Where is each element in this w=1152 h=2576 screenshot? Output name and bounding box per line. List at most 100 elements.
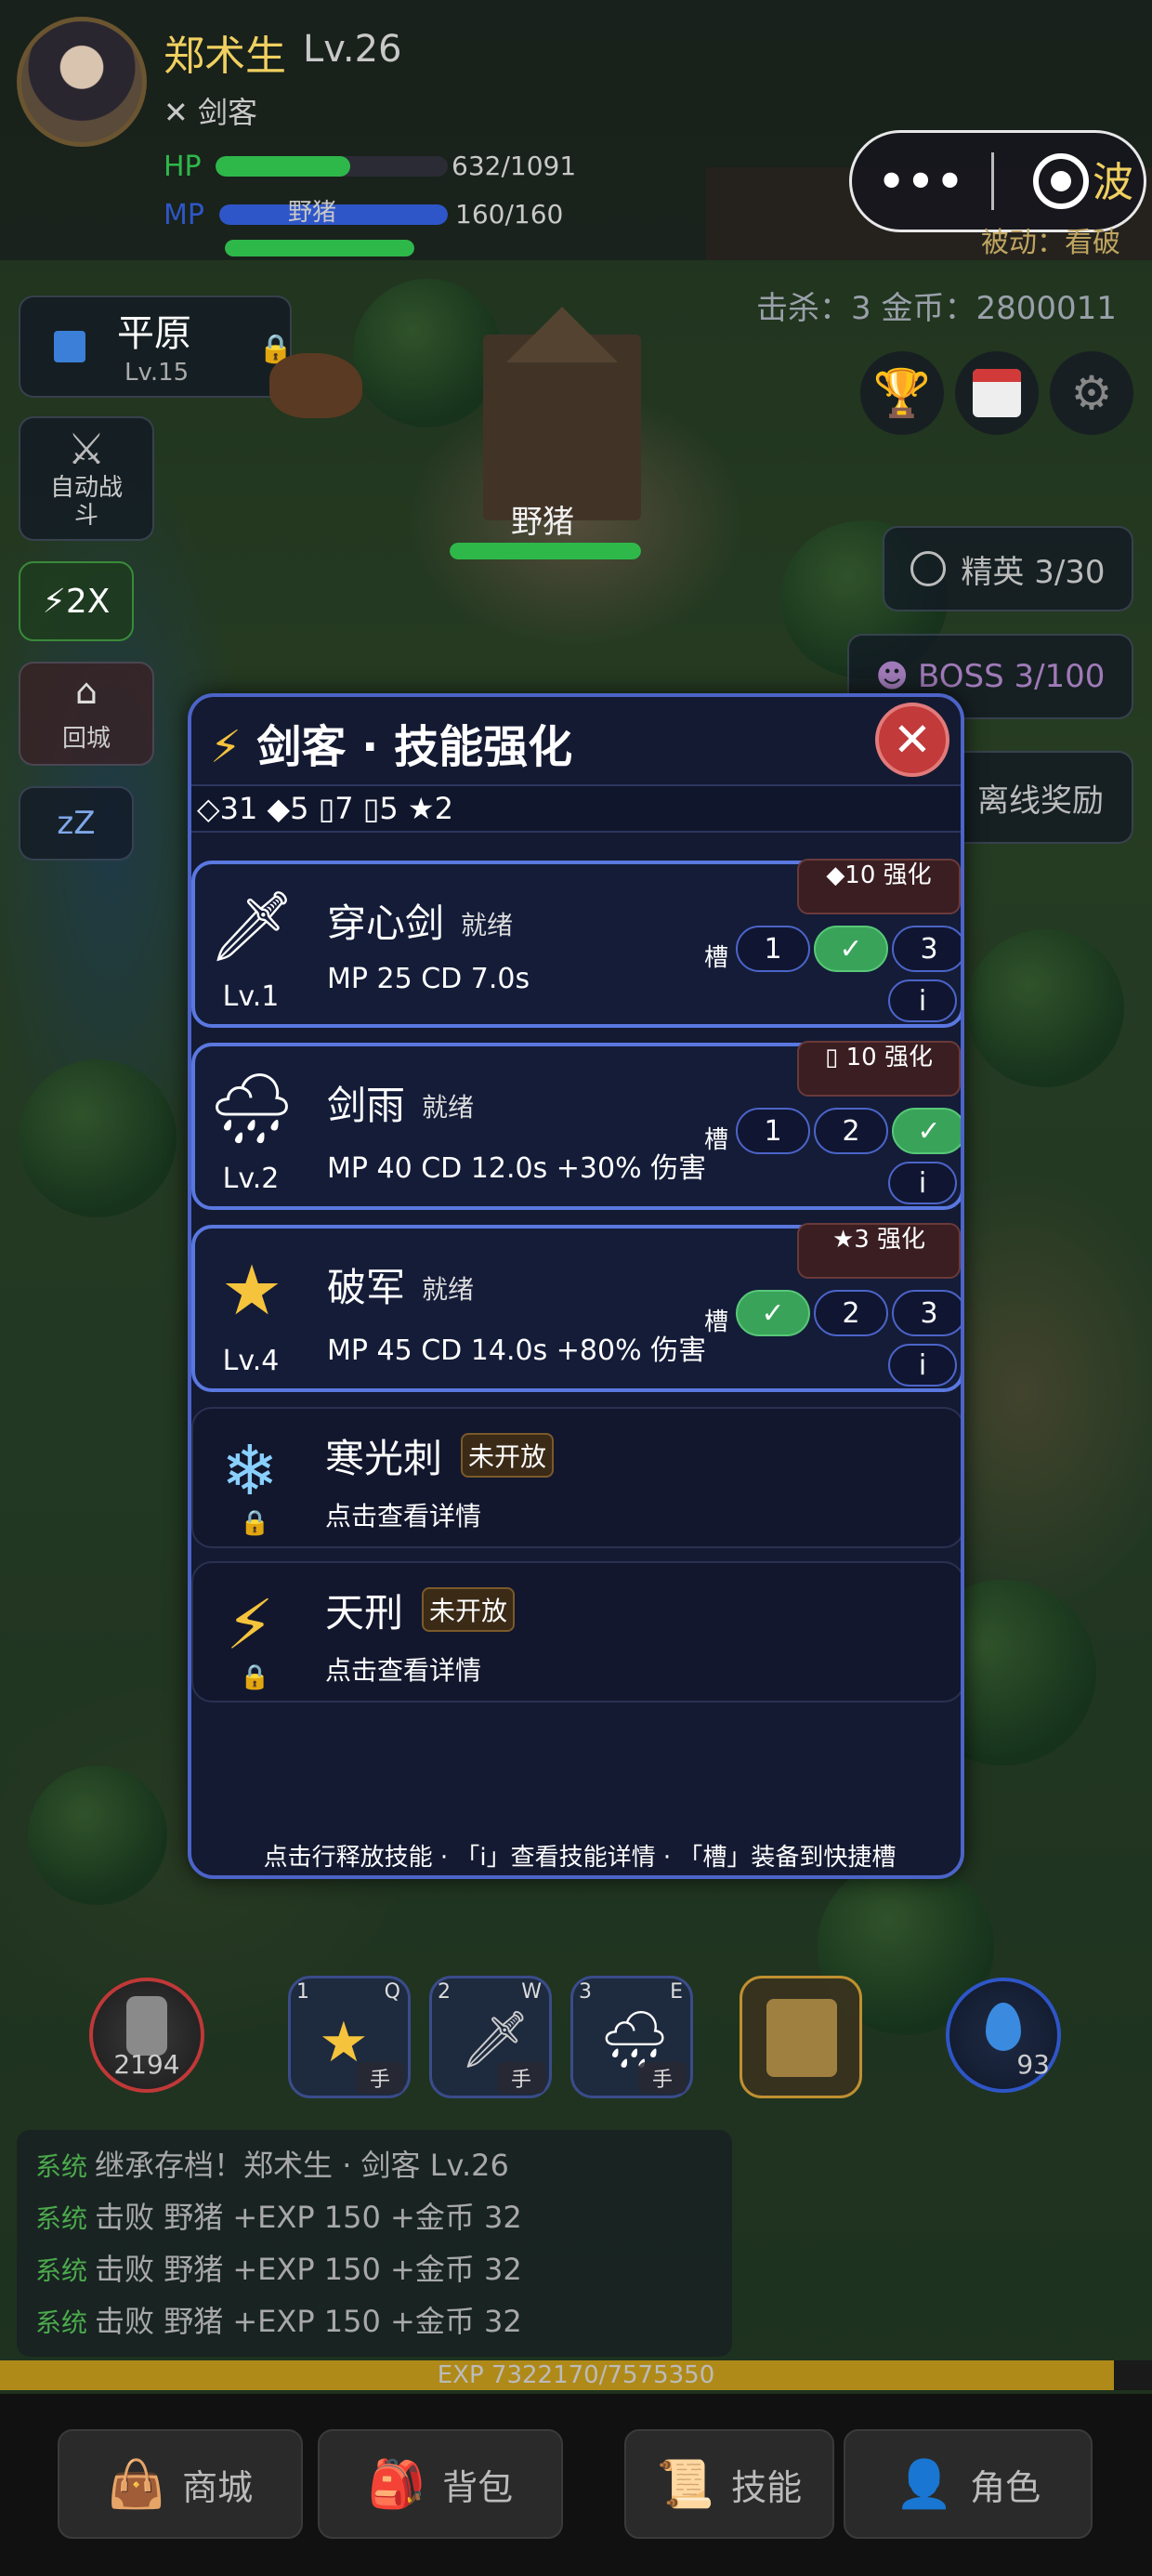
slot-2-button[interactable]: 2 — [814, 1108, 888, 1154]
skill-name: 天刑 — [325, 1590, 404, 1636]
mp-value: 160/160 — [455, 199, 564, 230]
dagger-icon: 🗡 — [208, 886, 295, 966]
nav-bag-label: 背包 — [442, 2466, 514, 2508]
skill-level: Lv.4 — [222, 1345, 280, 1377]
trophy-icon[interactable]: 🏆 — [860, 351, 944, 435]
skill-stats: MP 45 CD 14.0s +80% 伤害 — [327, 1334, 707, 1367]
elite-button[interactable]: 精英 3/30 — [883, 526, 1133, 611]
speed-toggle-button[interactable]: ⚡2X — [19, 561, 134, 641]
nav-character-label: 角色 — [970, 2466, 1041, 2508]
zone-name: 平原 — [117, 312, 191, 355]
enemy-name-top: 野猪 — [288, 199, 337, 227]
slot-hotkey: E — [670, 1980, 683, 2004]
slot-hotkey: W — [521, 1980, 542, 2004]
close-button[interactable]: ✕ — [875, 703, 949, 777]
slot-1-button[interactable]: 1 — [736, 1108, 810, 1154]
shopping-bag-icon: 👜 — [107, 2456, 166, 2511]
modal-title-text: 剑客 · 技能强化 — [256, 721, 573, 773]
scroll-icon — [766, 1999, 837, 2077]
log-tag: 系统 — [35, 2307, 88, 2338]
boar-icon[interactable] — [269, 353, 362, 418]
mana-potion-button[interactable]: 93 — [946, 1978, 1061, 2093]
potion-count: 2194 — [113, 2049, 180, 2080]
enemy-hp-bar — [450, 543, 641, 559]
log-tag: 系统 — [35, 2203, 88, 2234]
enhance-button[interactable]: ◆10 强化 — [797, 859, 961, 914]
slot-1-button[interactable]: ✓ — [736, 1290, 810, 1336]
slot-number: 3 — [579, 1980, 592, 2004]
auto-battle-button[interactable]: ⚔ 自动战斗 — [19, 416, 154, 541]
log-tag: 系统 — [35, 2255, 88, 2286]
target-icon — [910, 551, 947, 586]
slot-1-button[interactable]: 1 — [736, 926, 810, 972]
calendar-icon-glyph — [973, 369, 1021, 417]
bottom-nav: 👜 商城 🎒 背包 📜 技能 👤 角色 — [0, 2394, 1152, 2576]
skill-status: 就绪 — [422, 1092, 475, 1123]
gear-icon[interactable]: ⚙ — [1050, 351, 1133, 435]
player-name: 郑术生 — [164, 33, 286, 80]
info-button[interactable]: i — [888, 1344, 957, 1387]
enhance-button[interactable]: ★3 强化 — [797, 1223, 961, 1279]
player-avatar[interactable] — [17, 17, 147, 147]
sleep-button[interactable]: zZ — [19, 786, 134, 861]
hotbar-slot-1[interactable]: 1 Q ★ 手 — [288, 1976, 411, 2098]
ultimate-skill-button[interactable] — [740, 1976, 862, 2098]
lightning-icon: ⚡ — [210, 721, 242, 773]
rain-cloud-icon: 🌧 — [208, 1068, 295, 1149]
health-potion-button[interactable]: 2194 — [89, 1978, 204, 2093]
calendar-icon-top — [973, 369, 1021, 382]
shooting-star-icon: ★ — [220, 1251, 283, 1331]
backpack-icon: 🎒 — [367, 2456, 426, 2511]
skill-enhance-modal: ⚡ 剑客 · 技能强化 ✕ ◇31 ◆5 ▯7 ▯5 ★2 🗡 Lv.1 穿心剑… — [188, 693, 964, 1879]
info-button[interactable]: i — [888, 979, 957, 1022]
passive-label: 被动：看破 — [981, 227, 1120, 259]
nav-character-button[interactable]: 👤 角色 — [844, 2429, 1093, 2539]
detail-hint: 点击查看详情 — [325, 1655, 482, 1686]
nav-skills-label: 技能 — [731, 2466, 803, 2508]
water-drop-icon — [986, 2003, 1021, 2051]
hotbar-slot-3[interactable]: 3 E 🌧 手 — [570, 1976, 693, 2098]
log-text: 击败 野猪 +EXP 150 +金币 32 — [95, 2304, 522, 2339]
slot-3-button[interactable]: ✓ — [892, 1108, 961, 1154]
enhance-button[interactable]: ▯ 10 强化 — [797, 1041, 961, 1097]
info-button[interactable]: i — [888, 1162, 957, 1204]
enemy-hp-fill-top — [225, 240, 414, 256]
skill-name: 寒光刺 — [325, 1436, 443, 1481]
skill-name: 剑雨 — [327, 1083, 406, 1128]
nav-skills-button[interactable]: 📜 技能 — [624, 2429, 834, 2539]
skill-status: 就绪 — [461, 910, 514, 940]
hp-bar — [216, 156, 448, 177]
zone-back-icon — [54, 331, 85, 362]
calendar-icon[interactable] — [955, 351, 1039, 435]
lightning-icon: ⚡ — [226, 1585, 274, 1665]
nav-shop-button[interactable]: 👜 商城 — [58, 2429, 303, 2539]
slot-3-button[interactable]: 3 — [892, 926, 961, 972]
zone-panel[interactable]: 平原 Lv.15 🔒 — [19, 296, 293, 398]
wave-label: 波 — [1093, 159, 1133, 206]
slot-3-button[interactable]: 3 — [892, 1290, 961, 1336]
skill-row-pojun[interactable]: ★ Lv.4 破军 就绪 MP 45 CD 14.0s +80% 伤害 ★3 强… — [191, 1223, 961, 1392]
snowflake-icon: ❄ — [220, 1431, 279, 1511]
skill-row-tianxing[interactable]: ⚡ 🔒 天刑 未开放 点击查看详情 — [191, 1561, 961, 1702]
skill-row-hanguangci[interactable]: ❄ 🔒 寒光刺 未开放 点击查看详情 — [191, 1407, 961, 1548]
exp-bar: EXP 7322170/7575350 — [0, 2360, 1152, 2390]
slot-2-button[interactable]: 2 — [814, 1290, 888, 1336]
slot-mode-tag: 手 — [356, 2062, 404, 2094]
nav-bag-button[interactable]: 🎒 背包 — [318, 2429, 563, 2539]
slot-number: 1 — [296, 1980, 309, 2004]
close-target-icon[interactable] — [1033, 153, 1089, 209]
hotbar-slot-2[interactable]: 2 W 🗡 手 — [429, 1976, 552, 2098]
skill-row-chuanxinjian[interactable]: 🗡 Lv.1 穿心剑 就绪 MP 25 CD 7.0s ◆10 强化 槽 1 ✓… — [191, 859, 961, 1028]
skill-stats: MP 40 CD 12.0s +30% 伤害 — [327, 1152, 707, 1185]
enemy-hp-bar-top — [225, 240, 414, 256]
lock-icon: 🔒 — [240, 1509, 270, 1537]
modal-footer-hint: 点击行释放技能 · 「i」查看技能详情 · 「槽」装备到快捷槽 — [263, 1844, 897, 1872]
resource-bar: ◇31 ◆5 ▯7 ▯5 ★2 — [191, 784, 961, 833]
slot-2-button[interactable]: ✓ — [814, 926, 888, 972]
offline-reward-button[interactable]: 离线奖励 — [948, 751, 1133, 844]
more-menu-button[interactable]: ••• — [852, 156, 991, 206]
return-city-button[interactable]: ⌂ 回城 — [19, 662, 154, 766]
slot-hotkey: Q — [384, 1980, 400, 2004]
log-text: 击败 野猪 +EXP 150 +金币 32 — [95, 2200, 522, 2235]
skill-row-jianyu[interactable]: 🌧 Lv.2 剑雨 就绪 MP 40 CD 12.0s +30% 伤害 ▯ 10… — [191, 1041, 961, 1210]
